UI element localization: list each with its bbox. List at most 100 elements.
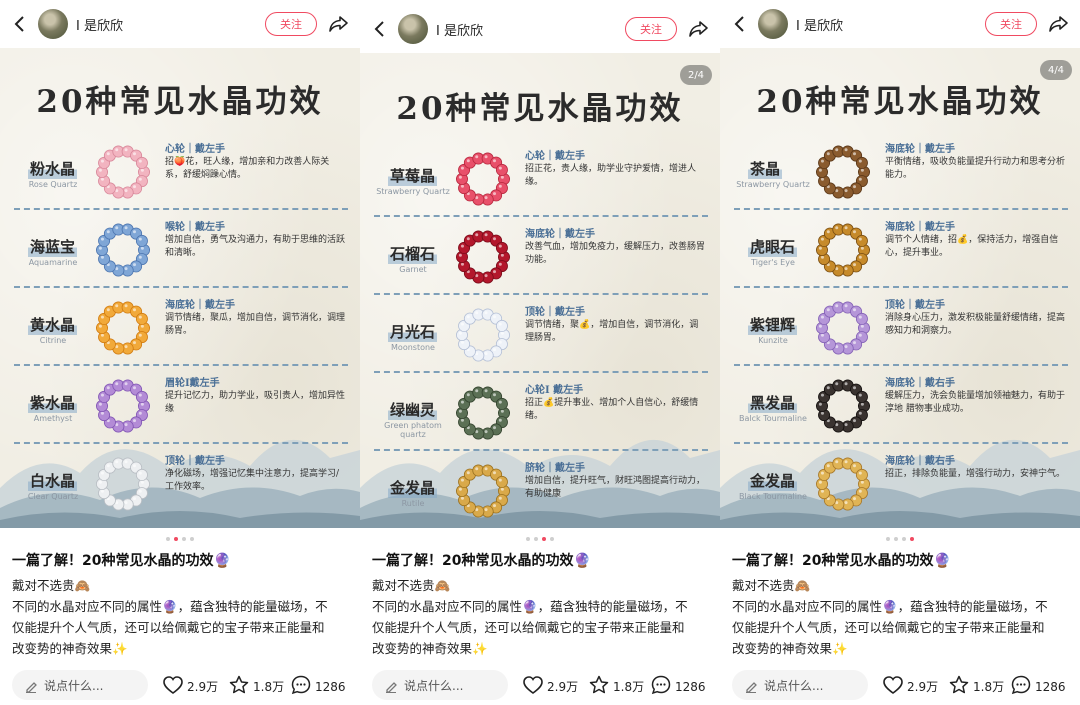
comment-stat[interactable]: 1286 — [1010, 674, 1066, 699]
avatar[interactable] — [398, 14, 428, 44]
collect-stat[interactable]: 1.8万 — [588, 674, 644, 699]
crystal-english-name: Rutile — [401, 499, 425, 508]
comment-stat[interactable]: 1286 — [290, 674, 346, 699]
carousel-dot[interactable] — [894, 537, 898, 541]
post-body-line: 戴对不选贵🙈 — [372, 578, 451, 593]
carousel-dot[interactable] — [550, 537, 554, 541]
row-divider — [734, 364, 1068, 366]
crystal-row: 虎眼石 Tiger's Eye 海底轮｜戴左手 调节个人情绪，招💰，保持活力，增强自信… — [720, 214, 1080, 290]
share-icon[interactable] — [687, 18, 709, 40]
crystal-english-name: Tiger's Eye — [751, 258, 795, 267]
page-indicator-badge: 4/4 — [1040, 60, 1072, 80]
chakra-label: 顶轮｜戴左手 — [525, 307, 585, 318]
collect-count: 1.8万 — [973, 680, 1005, 694]
crystal-english-name: Garnet — [399, 265, 427, 274]
comment-icon — [1010, 674, 1032, 699]
crystal-row: 粉水晶 Rose Quartz 心轮｜戴左手 招🍑花，旺人缘，增加亲和力改善人际关系，… — [0, 136, 360, 212]
follow-button[interactable]: 关注 — [625, 17, 677, 41]
row-divider — [374, 215, 708, 217]
bracelet-image — [815, 378, 871, 434]
back-arrow-icon[interactable] — [12, 12, 28, 36]
carousel-dot[interactable] — [886, 537, 890, 541]
comment-count: 1286 — [675, 679, 706, 694]
comment-placeholder: 说点什么... — [404, 678, 464, 693]
carousel-dot[interactable] — [174, 537, 178, 541]
like-icon — [882, 674, 904, 699]
crystal-description: 增加自信，提升旺气，财旺鸿图提高行动力，有助健康 — [525, 476, 706, 499]
post-body-line: 不同的水晶对应不同的属性🔮，蕴含独特的能量磁场，不 — [372, 599, 688, 614]
bracelet-image — [815, 144, 871, 200]
collect-stat[interactable]: 1.8万 — [228, 674, 284, 699]
like-stat[interactable]: 2.9万 — [522, 674, 578, 699]
row-divider — [14, 442, 348, 444]
like-stat[interactable]: 2.9万 — [162, 674, 218, 699]
carousel-dots — [360, 537, 720, 541]
crystal-row: 绿幽灵 Green phatom quartz 心轮I 戴左手 招正💰提升事业、增加个… — [360, 377, 720, 453]
carousel-dot[interactable] — [910, 537, 914, 541]
crystal-poster-image[interactable]: 20种常见水晶功效 4/4 茶晶 Strawberry Quartz 海底轮｜戴左手 平衡… — [720, 48, 1080, 528]
comment-stat[interactable]: 1286 — [650, 674, 706, 699]
comment-placeholder: 说点什么... — [44, 678, 104, 693]
post-panel: I 是欣欣 关注 20种常见水晶功效 4/4 茶晶 Strawberry Quartz 海底… — [720, 0, 1080, 705]
chakra-label: 喉轮｜戴左手 — [165, 222, 225, 233]
collect-icon — [588, 674, 610, 699]
comment-input[interactable]: 说点什么... — [732, 670, 868, 700]
comment-input[interactable]: 说点什么... — [372, 670, 508, 700]
crystal-description: 缓解压力，洗会负能量增加领袖魅力，有助于淳地 腊物事业成功。 — [885, 391, 1066, 414]
carousel-dot[interactable] — [534, 537, 538, 541]
carousel-dot[interactable] — [902, 537, 906, 541]
post-body-line: 改变势的神奇效果✨ — [732, 641, 848, 656]
crystal-row: 茶晶 Strawberry Quartz 海底轮｜戴左手 平衡情绪，吸收负能量提升行动… — [720, 136, 1080, 212]
username[interactable]: I 是欣欣 — [76, 15, 123, 34]
back-arrow-icon[interactable] — [732, 12, 748, 36]
avatar[interactable] — [38, 9, 68, 39]
crystal-english-name: Citrine — [39, 336, 67, 345]
crystal-description: 提升记忆力，助力学业，吸引贵人，增加异性缘 — [165, 391, 346, 414]
row-divider — [374, 371, 708, 373]
carousel-dot[interactable] — [190, 537, 194, 541]
like-stat[interactable]: 2.9万 — [882, 674, 938, 699]
bracelet-image — [815, 222, 871, 278]
crystal-row: 草莓晶 Strawberry Quartz 心轮｜戴左手 招正花，贵人缘，助学业守护爱… — [360, 143, 720, 219]
post-body-line: 戴对不选贵🙈 — [12, 578, 91, 593]
collect-count: 1.8万 — [613, 680, 645, 694]
chakra-label: 海底轮｜戴左手 — [525, 229, 595, 240]
avatar[interactable] — [758, 9, 788, 39]
chakra-label: 心轮I 戴左手 — [525, 385, 584, 396]
back-arrow-icon[interactable] — [372, 17, 388, 41]
post-body-line: 不同的水晶对应不同的属性🔮，蕴含独特的能量磁场，不 — [732, 599, 1048, 614]
carousel-dot[interactable] — [542, 537, 546, 541]
chakra-label: 顶轮｜戴左手 — [165, 456, 225, 467]
collect-icon — [228, 674, 250, 699]
chakra-label: 顶轮｜戴左手 — [885, 300, 945, 311]
crystal-description: 平衡情绪，吸收负能量提升行动力和思考分析能力。 — [885, 157, 1066, 180]
post-panel: I 是欣欣 关注 20种常见水晶功效 2/4 草莓晶 Strawberry Quartz 心… — [360, 0, 720, 705]
crystal-poster-image[interactable]: 20种常见水晶功效 2/4 草莓晶 Strawberry Quartz 心轮｜戴左手 招正… — [360, 53, 720, 528]
like-icon — [162, 674, 184, 699]
collect-stat[interactable]: 1.8万 — [948, 674, 1004, 699]
top-bar: I 是欣欣 关注 — [720, 0, 1080, 48]
post-title: 一篇了解！20种常见水晶的功效🔮 — [372, 553, 591, 569]
chakra-label: 脐轮｜戴左手 — [525, 463, 585, 474]
carousel-dot[interactable] — [182, 537, 186, 541]
carousel-dot[interactable] — [526, 537, 530, 541]
crystal-name: 白水晶 — [28, 470, 78, 491]
crystal-description: 调节个人情绪，招💰，保持活力，增强自信心，提升事业。 — [885, 235, 1059, 258]
share-icon[interactable] — [1047, 13, 1069, 35]
poster-title: 20种常见水晶功效 — [396, 91, 684, 127]
crystal-name: 紫锂辉 — [748, 314, 798, 335]
carousel-dot[interactable] — [166, 537, 170, 541]
crystal-row: 黑发晶 Balck Tourmaline 海底轮｜戴右手 缓解压力，洗会负能量增加领袖… — [720, 370, 1080, 446]
top-bar: I 是欣欣 关注 — [0, 0, 360, 48]
comment-input[interactable]: 说点什么... — [12, 670, 148, 700]
crystal-name: 月光石 — [388, 321, 438, 342]
crystal-name: 石榴石 — [388, 243, 438, 264]
username[interactable]: I 是欣欣 — [436, 20, 483, 39]
follow-button[interactable]: 关注 — [265, 12, 317, 36]
follow-button[interactable]: 关注 — [985, 12, 1037, 36]
crystal-poster-image[interactable]: 20种常见水晶功效 粉水晶 Rose Quartz 心轮｜戴左手 招🍑花，旺人缘，增加亲… — [0, 48, 360, 528]
row-divider — [374, 293, 708, 295]
post-body-line: 改变势的神奇效果✨ — [372, 641, 488, 656]
share-icon[interactable] — [327, 13, 349, 35]
username[interactable]: I 是欣欣 — [796, 15, 843, 34]
